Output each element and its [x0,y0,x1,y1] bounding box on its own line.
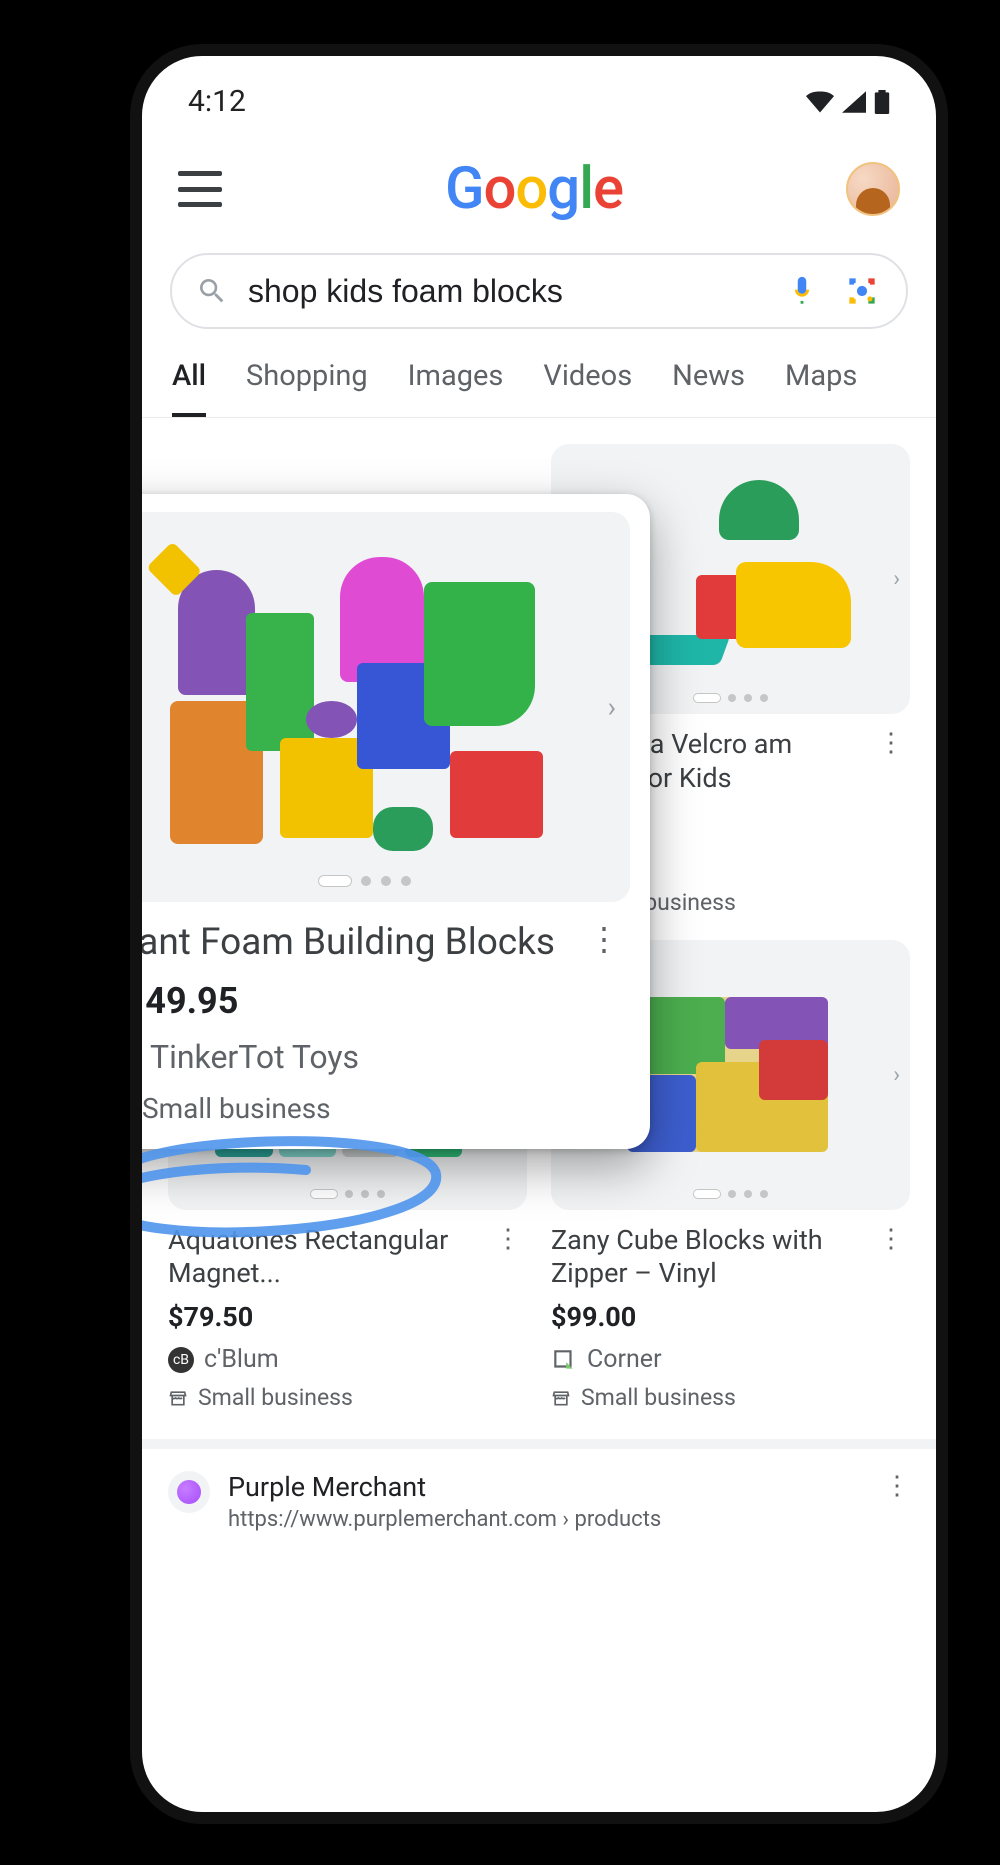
status-icons [806,90,890,114]
product-seller: TinkerTot Toys [130,1022,630,1076]
search-icon [196,275,228,307]
product-price: $99.00 [551,1291,910,1333]
carousel-dots [319,876,411,886]
more-options-button[interactable]: ⋮ [872,1224,910,1254]
small-business-badge: Small business [551,1374,910,1411]
battery-icon [874,90,890,114]
more-options-button[interactable]: ⋮ [884,1471,910,1501]
search-bar[interactable] [170,253,908,329]
search-input[interactable] [248,273,762,310]
product-title: Aquatones Rectangular Magnet... [168,1224,489,1292]
seller-name: TinkerTot Toys [150,1038,359,1076]
small-business-badge: Small business [130,1076,630,1125]
seller-name: c'Blum [204,1345,279,1374]
storefront-icon [168,1388,188,1408]
phone-frame: 4:12 Google [130,44,948,1824]
more-options-button[interactable]: ⋮ [489,1224,527,1254]
google-logo: Google [445,155,623,223]
tab-news[interactable]: News [672,359,745,417]
seller-logo-icon [551,1347,577,1373]
hamburger-menu-button[interactable] [178,171,222,207]
chevron-right-icon[interactable]: › [893,1062,900,1087]
product-title: Giant Foam Building Blocks [130,920,555,966]
product-seller: cB c'Blum [168,1333,527,1374]
product-seller: Corner [551,1333,910,1374]
seller-name: Corner [587,1345,662,1374]
storefront-icon [551,1388,571,1408]
carousel-dots [694,694,768,702]
carousel-dots [311,1190,385,1198]
wifi-icon [806,91,834,113]
small-business-badge: Small business [168,1374,527,1411]
tab-videos[interactable]: Videos [543,359,632,417]
search-tabs: All Shopping Images Videos News Maps [142,329,936,418]
result-favicon [168,1471,210,1513]
voice-search-button[interactable] [782,271,822,311]
carousel-dots [694,1190,768,1198]
tab-shopping[interactable]: Shopping [246,359,368,417]
chevron-right-icon[interactable]: › [893,567,900,592]
product-price: $149.95 [130,966,630,1022]
product-price: $79.50 [168,1291,527,1333]
app-header: Google [142,127,936,233]
cell-signal-icon [842,91,866,113]
google-lens-button[interactable] [842,271,882,311]
tab-images[interactable]: Images [408,359,504,417]
result-url: https://www.purplemerchant.com › product… [228,1503,661,1532]
result-name: Purple Merchant [228,1471,661,1503]
more-options-button[interactable]: ⋮ [582,920,626,958]
highlighted-product-card[interactable]: ‹ › Giant Foam Building Blocks ⋮ $149.95… [130,494,650,1149]
tab-maps[interactable]: Maps [785,359,857,417]
more-options-button[interactable]: ⋮ [872,728,910,758]
profile-avatar[interactable] [846,162,900,216]
product-title: Zany Cube Blocks with Zipper – Vinyl [551,1224,872,1292]
status-bar: 4:12 [142,56,936,127]
seller-logo-icon: cB [168,1347,194,1373]
seller-logo-icon [130,1041,136,1073]
status-time: 4:12 [188,84,246,119]
tab-all[interactable]: All [172,359,206,417]
product-image[interactable]: ‹ › [130,512,630,902]
chevron-right-icon[interactable]: › [608,691,616,724]
organic-result[interactable]: Purple Merchant https://www.purplemercha… [142,1439,936,1532]
